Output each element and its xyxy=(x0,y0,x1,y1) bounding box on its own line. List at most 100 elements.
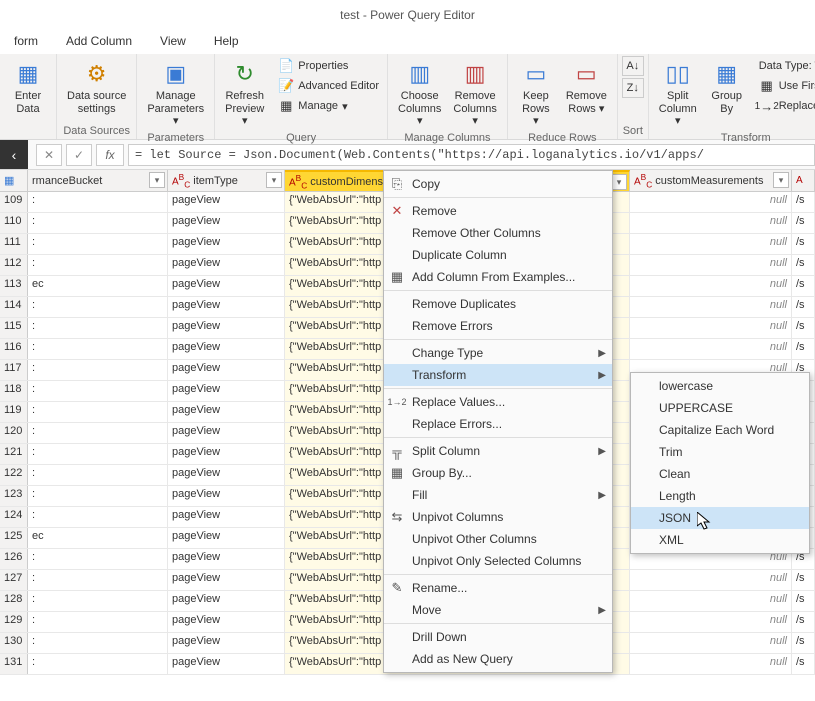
cell-performance-bucket[interactable]: : xyxy=(28,423,168,443)
row-number[interactable]: 116 xyxy=(0,339,28,359)
queries-pane-toggle[interactable]: ‹ xyxy=(0,140,28,169)
keep-rows-button[interactable]: ▭ Keep Rows ▾ xyxy=(512,56,560,130)
cell-next[interactable]: /s xyxy=(792,297,815,317)
cell-item-type[interactable]: pageView xyxy=(168,612,285,632)
filter-dropdown-icon[interactable]: ▾ xyxy=(773,172,789,188)
cell-performance-bucket[interactable]: : xyxy=(28,612,168,632)
cell-custom-measurements[interactable]: null xyxy=(630,213,792,233)
cell-performance-bucket[interactable]: : xyxy=(28,633,168,653)
remove-columns-button[interactable]: ▥ Remove Columns ▾ xyxy=(447,56,502,130)
row-number[interactable]: 127 xyxy=(0,570,28,590)
tab-view[interactable]: View xyxy=(146,30,200,54)
refresh-preview-button[interactable]: ↻ Refresh Preview ▾ xyxy=(219,56,270,130)
submenu-xml[interactable]: XML xyxy=(631,529,809,551)
row-number[interactable]: 126 xyxy=(0,549,28,569)
replace-values-button[interactable]: 1→2Replace Va xyxy=(755,96,815,116)
menu-unpivot-selected-columns[interactable]: Unpivot Only Selected Columns xyxy=(384,550,612,572)
sort-desc-button[interactable]: Z↓ xyxy=(622,78,644,98)
tab-add-column[interactable]: Add Column xyxy=(52,30,146,54)
col-header-next[interactable]: A xyxy=(792,170,815,191)
menu-add-column-from-examples[interactable]: ▦Add Column From Examples... xyxy=(384,266,612,288)
row-number[interactable]: 111 xyxy=(0,234,28,254)
cell-item-type[interactable]: pageView xyxy=(168,255,285,275)
menu-copy[interactable]: ⎘Copy xyxy=(384,173,612,195)
cell-custom-measurements[interactable]: null xyxy=(630,654,792,674)
advanced-editor-button[interactable]: 📝Advanced Editor xyxy=(274,76,383,96)
cell-item-type[interactable]: pageView xyxy=(168,192,285,212)
cell-next[interactable]: /s xyxy=(792,234,815,254)
cell-custom-measurements[interactable]: null xyxy=(630,255,792,275)
menu-group-by[interactable]: ▦Group By... xyxy=(384,462,612,484)
cell-item-type[interactable]: pageView xyxy=(168,423,285,443)
cell-next[interactable]: /s xyxy=(792,276,815,296)
cell-item-type[interactable]: pageView xyxy=(168,654,285,674)
menu-duplicate-column[interactable]: Duplicate Column xyxy=(384,244,612,266)
row-number[interactable]: 121 xyxy=(0,444,28,464)
cell-item-type[interactable]: pageView xyxy=(168,402,285,422)
cell-performance-bucket[interactable]: ec xyxy=(28,276,168,296)
cell-performance-bucket[interactable]: : xyxy=(28,444,168,464)
cell-custom-measurements[interactable]: null xyxy=(630,297,792,317)
filter-dropdown-icon[interactable]: ▾ xyxy=(266,172,282,188)
row-header-corner[interactable]: ▦ xyxy=(0,170,28,191)
use-first-row-button[interactable]: ▦Use First xyxy=(755,76,815,96)
sort-asc-button[interactable]: A↓ xyxy=(622,56,644,76)
row-number[interactable]: 115 xyxy=(0,318,28,338)
row-number[interactable]: 113 xyxy=(0,276,28,296)
cell-performance-bucket[interactable]: : xyxy=(28,549,168,569)
cell-next[interactable]: /s xyxy=(792,633,815,653)
cell-item-type[interactable]: pageView xyxy=(168,360,285,380)
row-number[interactable]: 128 xyxy=(0,591,28,611)
cell-performance-bucket[interactable]: ec xyxy=(28,528,168,548)
filter-dropdown-icon[interactable]: ▾ xyxy=(611,174,627,190)
cell-item-type[interactable]: pageView xyxy=(168,528,285,548)
menu-drill-down[interactable]: Drill Down xyxy=(384,626,612,648)
submenu-lowercase[interactable]: lowercase xyxy=(631,375,809,397)
cell-custom-measurements[interactable]: null xyxy=(630,612,792,632)
tab-transform[interactable]: form xyxy=(0,30,52,54)
filter-dropdown-icon[interactable]: ▾ xyxy=(149,172,165,188)
menu-transform[interactable]: Transform▶ xyxy=(384,364,612,386)
cell-custom-measurements[interactable]: null xyxy=(630,570,792,590)
data-type-button[interactable]: Data Type: Te xyxy=(755,56,815,76)
cell-item-type[interactable]: pageView xyxy=(168,381,285,401)
fx-icon[interactable]: fx xyxy=(96,144,124,166)
row-number[interactable]: 117 xyxy=(0,360,28,380)
cell-performance-bucket[interactable]: : xyxy=(28,381,168,401)
menu-rename[interactable]: ✎Rename... xyxy=(384,577,612,599)
menu-unpivot-other-columns[interactable]: Unpivot Other Columns xyxy=(384,528,612,550)
col-header-item-type[interactable]: ABCitemType▾ xyxy=(168,170,285,191)
menu-remove-duplicates[interactable]: Remove Duplicates xyxy=(384,293,612,315)
accept-formula-button[interactable]: ✓ xyxy=(66,144,92,166)
row-number[interactable]: 123 xyxy=(0,486,28,506)
cell-custom-measurements[interactable]: null xyxy=(630,318,792,338)
cell-performance-bucket[interactable]: : xyxy=(28,507,168,527)
menu-add-as-new-query[interactable]: Add as New Query xyxy=(384,648,612,670)
menu-move[interactable]: Move▶ xyxy=(384,599,612,621)
menu-change-type[interactable]: Change Type▶ xyxy=(384,342,612,364)
cell-custom-measurements[interactable]: null xyxy=(630,591,792,611)
cell-item-type[interactable]: pageView xyxy=(168,549,285,569)
cell-next[interactable]: /s xyxy=(792,612,815,632)
cell-item-type[interactable]: pageView xyxy=(168,339,285,359)
menu-remove-errors[interactable]: Remove Errors xyxy=(384,315,612,337)
cell-next[interactable]: /s xyxy=(792,318,815,338)
cell-item-type[interactable]: pageView xyxy=(168,276,285,296)
cell-performance-bucket[interactable]: : xyxy=(28,213,168,233)
cell-item-type[interactable]: pageView xyxy=(168,633,285,653)
submenu-json[interactable]: JSON xyxy=(631,507,809,529)
cell-performance-bucket[interactable]: : xyxy=(28,339,168,359)
submenu-capitalize-each-word[interactable]: Capitalize Each Word xyxy=(631,419,809,441)
properties-button[interactable]: 📄Properties xyxy=(274,56,383,76)
cell-performance-bucket[interactable]: : xyxy=(28,318,168,338)
submenu-clean[interactable]: Clean xyxy=(631,463,809,485)
cell-performance-bucket[interactable]: : xyxy=(28,570,168,590)
menu-replace-values[interactable]: 1→2Replace Values... xyxy=(384,391,612,413)
cell-performance-bucket[interactable]: : xyxy=(28,297,168,317)
cell-item-type[interactable]: pageView xyxy=(168,234,285,254)
cell-item-type[interactable]: pageView xyxy=(168,507,285,527)
cell-next[interactable]: /s xyxy=(792,192,815,212)
cell-custom-measurements[interactable]: null xyxy=(630,633,792,653)
menu-replace-errors[interactable]: Replace Errors... xyxy=(384,413,612,435)
formula-input[interactable]: = let Source = Json.Document(Web.Content… xyxy=(128,144,815,166)
